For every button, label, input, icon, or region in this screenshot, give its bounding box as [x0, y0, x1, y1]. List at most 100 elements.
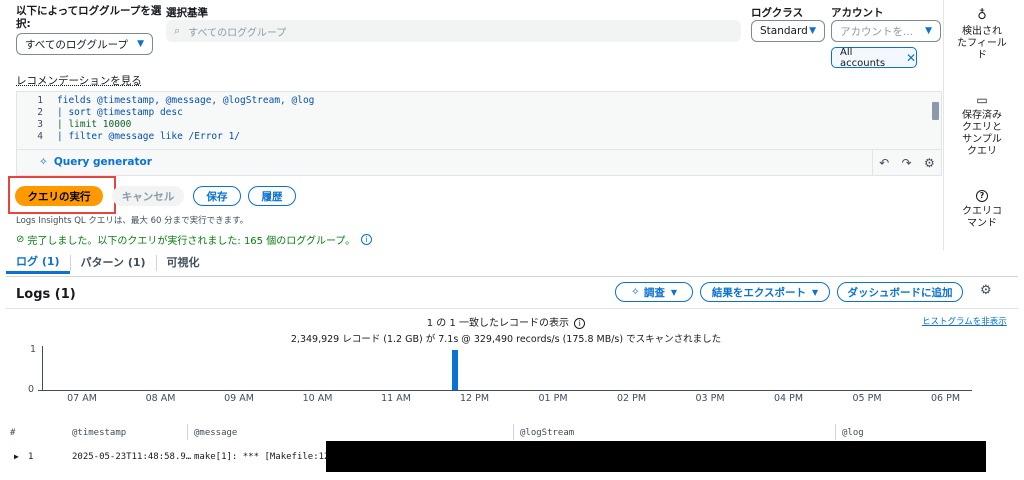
editor-scrollbar[interactable] [932, 102, 939, 120]
tabs-rule [6, 276, 1018, 277]
column-divider [187, 424, 188, 440]
log-group-value: すべてのロググループ [25, 38, 129, 51]
tab-visualization[interactable]: 可視化 [157, 250, 210, 274]
logs-panel-title: Logs (1) [16, 287, 76, 302]
run-query-button[interactable]: クエリの実行 [15, 186, 103, 206]
log-class-select[interactable]: Standard ▼ [751, 20, 825, 42]
right-rail-divider [943, 0, 944, 250]
chevron-down-icon: ▼ [137, 39, 144, 49]
x-tick-label: 03 PM [695, 393, 725, 404]
log-group-label: 以下によってロググループを選 択: [16, 5, 162, 30]
results-tabs: ログ (1) パターン (1) 可視化 [6, 250, 210, 276]
x-tick-label: 06 PM [930, 393, 961, 404]
redacted-block [326, 441, 986, 472]
log-group-select[interactable]: すべてのロググループ ▼ [16, 33, 153, 55]
editor-footer [17, 149, 941, 150]
x-tick-label: 05 PM [852, 393, 882, 404]
account-label: アカウント [831, 7, 884, 19]
chevron-down-icon: ▼ [925, 26, 932, 36]
row-timestamp: 2025-05-23T11:48:58.9… [72, 452, 192, 462]
x-tick-label: 12 PM [459, 393, 490, 404]
info-icon[interactable]: i [574, 318, 586, 329]
row-index: 1 [28, 452, 34, 462]
status-message: ⊘ 完了しました。以下のクエリが実行されました: 165 個のロググループ。 i [16, 232, 373, 247]
export-label: 結果をエクスポート [711, 286, 807, 299]
y-axis [42, 346, 43, 391]
investigate-label: 調査 [643, 286, 665, 299]
column-header-message[interactable]: @message [194, 428, 237, 438]
expand-row-icon[interactable]: ▶ [14, 452, 19, 461]
records-shown-text: 1 の 1 一致したレコードの表示 [426, 318, 570, 329]
query-editor[interactable]: 1 fields @timestamp, @message, @logStream… [16, 91, 942, 176]
info-icon[interactable]: i [361, 234, 373, 245]
save-button[interactable]: 保存 [193, 186, 241, 206]
lightbulb-icon: ♁ [977, 8, 987, 23]
help-icon: ? [976, 190, 988, 202]
close-icon[interactable]: ✕ [906, 51, 916, 65]
histogram-bars [0, 0, 458, 390]
history-button[interactable]: 履歴 [248, 186, 296, 206]
x-tick-label: 02 PM [616, 393, 647, 404]
investigate-button[interactable]: ✧ 調査 ▼ [615, 282, 693, 302]
search-icon: ⌕ [174, 24, 181, 37]
export-results-button[interactable]: 結果をエクスポート ▼ [700, 282, 830, 302]
caret-down-icon: ▼ [670, 287, 677, 297]
code-line-1: 1 fields @timestamp, @message, @logStream… [37, 95, 315, 106]
x-tick-label: 08 AM [145, 393, 176, 404]
recommendation-link[interactable]: レコメンデーションを見る [16, 73, 142, 88]
status-text: 完了しました。以下のクエリが実行されました: 165 個のロググループ。 [27, 236, 356, 247]
x-tick-label: 07 AM [67, 393, 97, 404]
tab-logs[interactable]: ログ (1) [6, 250, 70, 274]
folder-icon: ▭ [976, 93, 988, 107]
rail-saved-label: 保存済み クエリと サンプル クエリ [962, 110, 1002, 157]
x-tick-label: 01 PM [538, 393, 568, 404]
account-token[interactable]: All accounts ✕ [831, 46, 917, 69]
x-tick-label: 09 AM [224, 393, 254, 404]
code-area[interactable]: 1 fields @timestamp, @message, @logStream… [23, 95, 314, 143]
undo-icon[interactable]: ↶ [879, 156, 889, 170]
column-divider [513, 424, 514, 440]
check-circle-icon: ⊘ [16, 234, 25, 245]
rail-saved-queries[interactable]: ▭ 保存済み クエリと サンプル クエリ [946, 94, 1018, 158]
x-tick-label: 10 AM [302, 393, 333, 404]
query-time-note: Logs Insights QL クエリは、最大 60 分まで実行できます。 [16, 216, 249, 226]
column-header-logstream[interactable]: @logStream [520, 428, 574, 438]
code-line-4: 4 | filter @message like /Error 1/ [37, 131, 241, 142]
log-class-label: ログクラス [751, 7, 804, 19]
rail-fields-label: 検出され たフィール ド [957, 26, 1007, 61]
criteria-search-input[interactable]: ⌕ すべてのロググループ [166, 20, 741, 42]
criteria-label: 選択基準 [166, 7, 208, 19]
chevron-down-icon: ▼ [809, 26, 816, 36]
redo-icon[interactable]: ↷ [902, 156, 912, 170]
panel-rule [6, 308, 1018, 309]
x-axis [38, 390, 972, 391]
rail-commands-label: クエリコ マンド [962, 206, 1002, 229]
tab-patterns[interactable]: パターン (1) [71, 250, 156, 274]
account-placeholder: アカウントを... [840, 25, 914, 38]
query-generator-label: Query generator [53, 156, 152, 168]
cancel-button[interactable]: キャンセル [112, 186, 184, 206]
y-tick-bottom: 0 [28, 384, 35, 395]
x-tick-label: 11 AM [381, 393, 411, 404]
log-class-value: Standard [760, 25, 808, 37]
investigate-icon: ✧ [631, 286, 640, 298]
caret-down-icon: ▼ [812, 287, 819, 297]
sparkle-icon: ✧ [39, 156, 48, 168]
account-token-label: All accounts [840, 46, 886, 69]
gear-icon[interactable]: ⚙ [924, 156, 935, 170]
query-generator-button[interactable]: ✧ Query generator [39, 156, 152, 168]
rail-query-commands[interactable]: ? クエリコ マンド [946, 190, 1018, 230]
column-divider [835, 424, 836, 440]
histogram-bar[interactable] [451, 350, 458, 390]
column-header-timestamp[interactable]: @timestamp [72, 428, 126, 438]
rail-discovered-fields[interactable]: ♁ 検出され たフィール ド [946, 8, 1018, 62]
gear-icon[interactable]: ⚙ [980, 283, 992, 298]
add-to-dashboard-button[interactable]: ダッシュボードに追加 [837, 282, 963, 302]
account-select[interactable]: アカウントを... ▼ [831, 20, 941, 42]
criteria-placeholder: すべてのロググループ [188, 27, 287, 39]
column-header-index: # [10, 428, 16, 438]
records-shown: 1 の 1 一致したレコードの表示 i [0, 314, 1012, 329]
row-message: make[1]: *** [Makefile:128: [194, 452, 341, 462]
code-line-2: 2 | sort @timestamp desc [37, 107, 183, 118]
column-header-log[interactable]: @log [842, 428, 864, 438]
